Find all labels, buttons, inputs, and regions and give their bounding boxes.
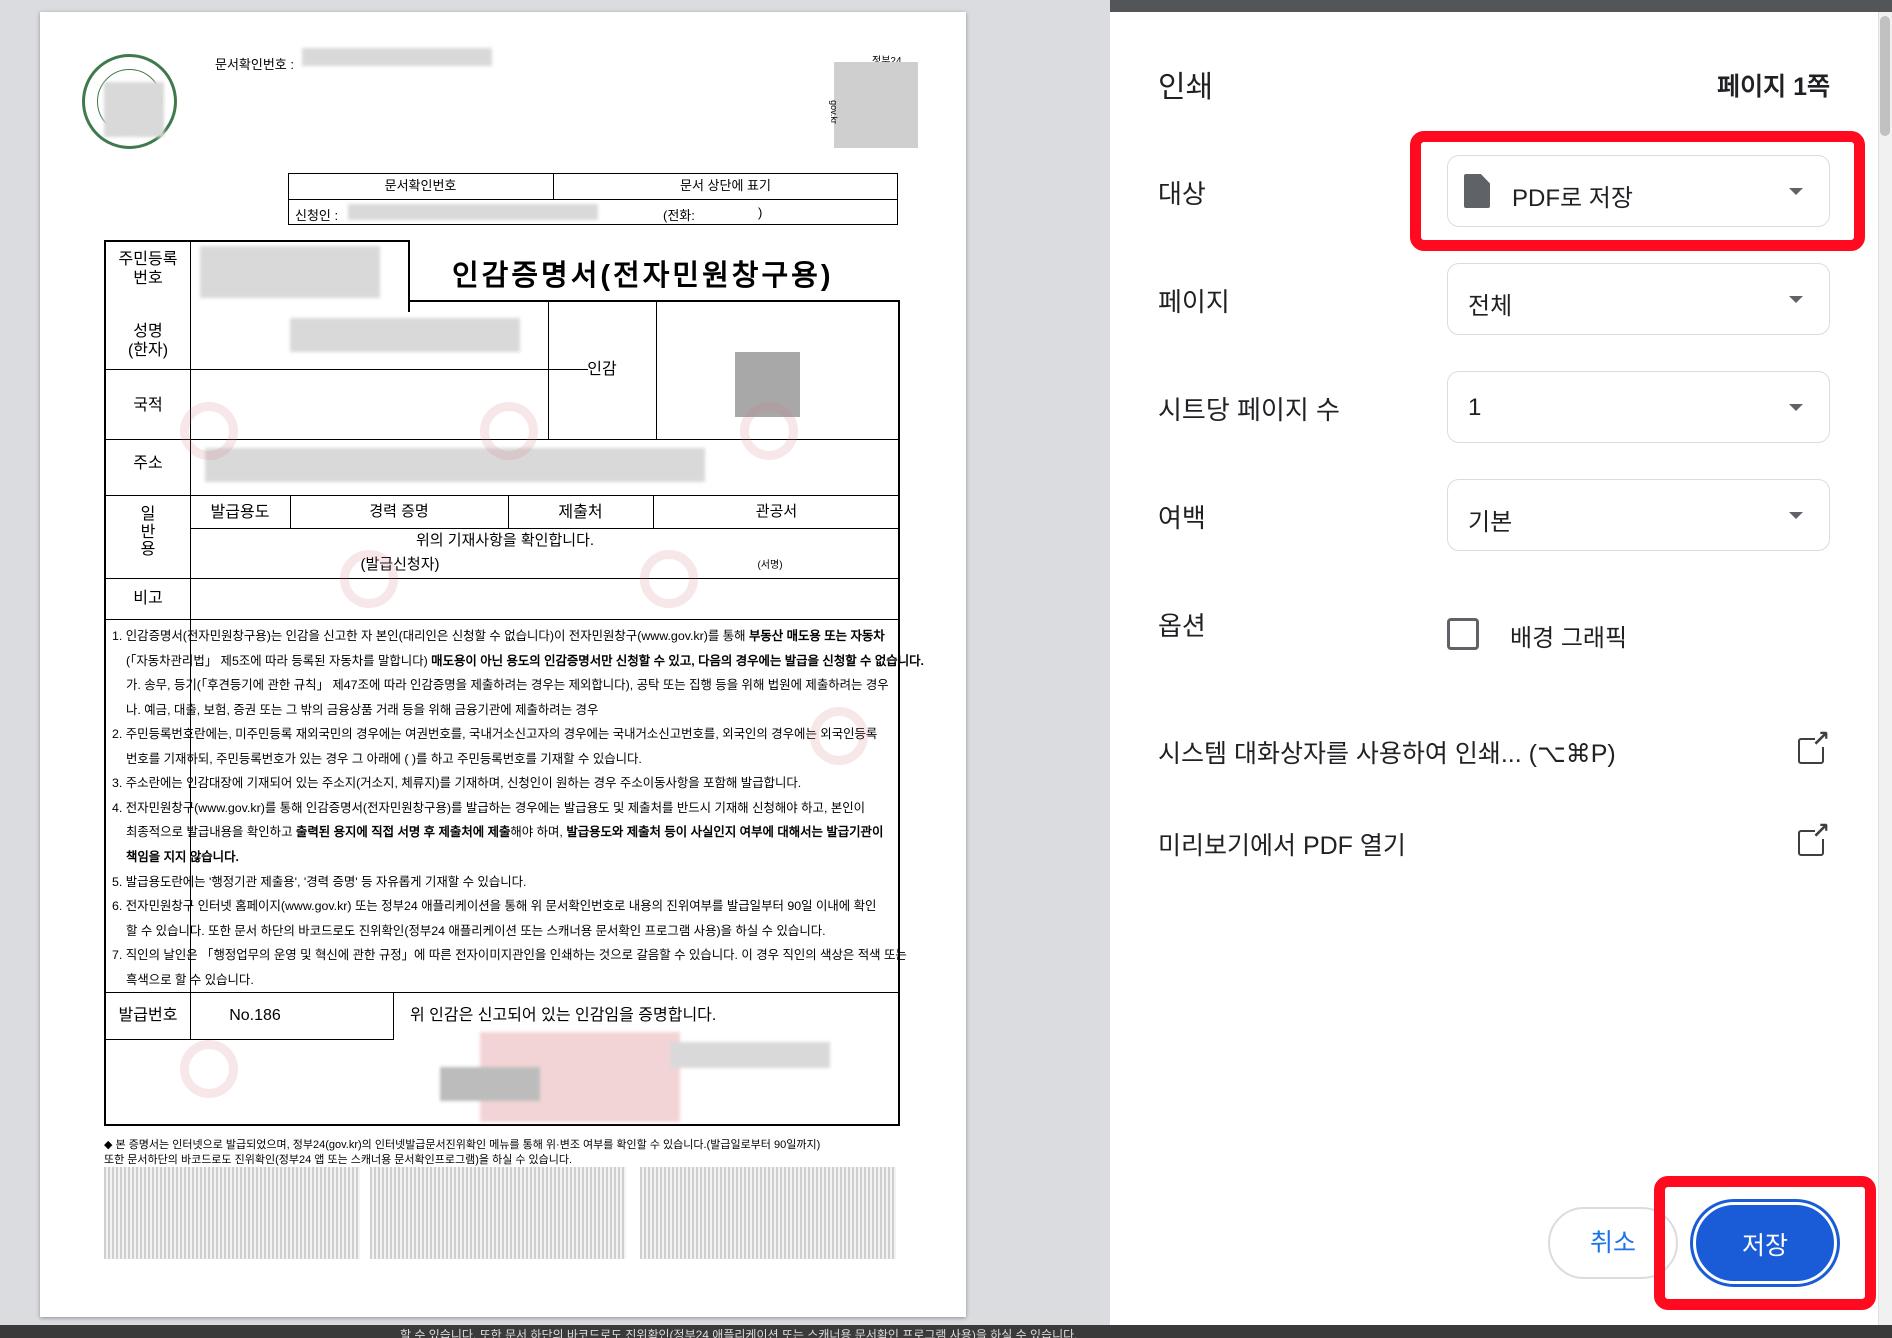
open-external-icon[interactable] — [1798, 728, 1830, 764]
dropdown-arrow-icon — [1789, 296, 1803, 303]
field-general-use: 일 반 용 — [140, 506, 156, 559]
note-6: 6. 전자민원창구 인터넷 홈페이지(www.gov.kr) 또는 정부24 애… — [112, 899, 877, 913]
page-count: 페이지 1쪽 — [1717, 73, 1830, 101]
signature-label: (서명) — [757, 560, 783, 571]
pages-select[interactable]: 전체 — [1447, 263, 1830, 335]
redacted-name — [290, 318, 520, 352]
note-4c: 책임을 지지 않습니다. — [126, 850, 239, 864]
header-doc-no: 문서확인번호 — [384, 178, 457, 193]
pages-label: 페이지 — [1158, 287, 1230, 317]
govkr-label: gov.kr — [828, 100, 839, 124]
certify-text: 위 인감은 신고되어 있는 인감임을 증명합니다. — [410, 1007, 717, 1024]
dropdown-arrow-icon — [1789, 404, 1803, 411]
highlight-save-button — [1654, 1176, 1876, 1310]
note-4b: 최종적으로 발급내용을 확인하고 출력된 용지에 직접 서명 후 제출처에 제출… — [126, 825, 884, 839]
note-1b: (「자동차관리법」 제5조에 따라 등록된 자동차를 말합니다) 매도용이 아닌… — [126, 654, 924, 668]
open-in-preview-link[interactable]: 미리보기에서 PDF 열기 — [1158, 826, 1406, 862]
margins-label: 여백 — [1158, 503, 1206, 533]
dropdown-arrow-icon — [1789, 512, 1803, 519]
barcode-2 — [370, 1167, 626, 1259]
system-dialog-link[interactable]: 시스템 대화상자를 사용하여 인쇄... (⌥⌘P) — [1158, 734, 1616, 770]
field-address: 주소 — [133, 455, 163, 472]
purpose-label: 발급용도 — [210, 504, 270, 521]
pages-per-sheet-label: 시트당 페이지 수 — [1158, 395, 1340, 425]
redacted-issuer — [670, 1042, 830, 1068]
field-remarks: 비고 — [133, 590, 163, 607]
footer-line2: 또한 문서하단의 바코드로도 진위확인(정부24 앱 또는 스캐너용 문서확인프… — [104, 1154, 573, 1166]
background-underlying-text: 할 수 있습니다. 또한 문서 하단의 바코드로도 진위확인(정부24 애플리케… — [400, 1328, 1078, 1338]
background-graphics-label[interactable]: 배경 그래픽 — [1510, 618, 1627, 653]
header-top-display: 문서 상단에 표기 — [680, 178, 771, 193]
note-7: 7. 직인의 날인은 「행정업무의 운영 및 혁신에 관한 규정」에 따른 전자… — [112, 948, 907, 962]
redacted-doc-number — [302, 48, 492, 66]
note-1d: 나. 예금, 대출, 보험, 증권 또는 그 밖의 금융상품 거래 등을 위해 … — [126, 703, 599, 717]
submit-to-label: 제출처 — [558, 504, 603, 521]
footer-line1: ◆ 본 증명서는 인터넷으로 발급되었으며, 정부24(gov.kr)의 인터넷… — [104, 1139, 821, 1151]
purpose-value: 경력 증명 — [369, 503, 429, 520]
barcode-3 — [640, 1167, 896, 1259]
note-4: 4. 전자민원창구(www.gov.kr)를 통해 인감증명서(전자민원창구용)… — [112, 801, 866, 815]
note-2b: 번호를 기재하되, 주민등록번호가 있는 경우 그 아래에 ( )를 하고 주민… — [126, 752, 642, 766]
field-rrn: 주민등록 번호 — [118, 251, 178, 288]
doc-check-number-label: 문서확인번호 : — [215, 57, 294, 72]
issue-no-label: 발급번호 — [118, 1007, 178, 1024]
print-preview-area[interactable]: 문서확인번호 : 정부24 gov.kr 문서확인번호 문서 상단에 표기 신청… — [0, 0, 1110, 1325]
barcode-1 — [104, 1167, 360, 1259]
destination-label: 대상 — [1158, 179, 1206, 209]
note-6b: 할 수 있습니다. 또한 문서 하단의 바코드로도 진위확인(정부24 애플리케… — [126, 924, 826, 938]
redacted-address — [205, 448, 705, 482]
panel-scrollbar[interactable] — [1878, 12, 1892, 1325]
field-nationality: 국적 — [133, 397, 163, 414]
options-label: 옵션 — [1158, 611, 1206, 641]
note-1c: 가. 송무, 등기(「후견등기에 관한 규칙」 제47조에 따라 인감증명을 제… — [126, 678, 889, 692]
note-7b: 흑색으로 할 수 있습니다. — [126, 973, 254, 987]
header-phone: (전화: — [663, 208, 695, 223]
field-seal: 인감 — [587, 361, 617, 378]
note-3: 3. 주소란에는 인감대장에 기재되어 있는 주소지(거소지, 체류지)를 기재… — [112, 776, 802, 790]
document-title: 인감증명서(전자민원창구용) — [452, 260, 834, 292]
redacted-applicant — [348, 204, 598, 220]
redacted-rrn — [200, 246, 380, 298]
note-5: 5. 발급용도란에는 '행정기관 제출용', '경력 증명' 등 자유롭게 기재… — [112, 875, 527, 889]
print-title: 인쇄 — [1158, 71, 1214, 104]
field-name: 성명 (한자) — [127, 323, 169, 360]
highlight-destination — [1410, 131, 1865, 251]
margins-select[interactable]: 기본 — [1447, 479, 1830, 551]
issue-no-value: No.186 — [229, 1007, 281, 1024]
confirm-line2: (발급신청자) — [360, 556, 440, 573]
preview-page: 문서확인번호 : 정부24 gov.kr 문서확인번호 문서 상단에 표기 신청… — [40, 12, 966, 1317]
header-applicant: 신청인 : — [295, 208, 339, 223]
note-2: 2. 주민등록번호란에는, 미주민등록 재외국민의 경우에는 여권번호를, 국내… — [112, 727, 878, 741]
pages-per-sheet-select[interactable]: 1 — [1447, 371, 1830, 443]
note-1: 1. 인감증명서(전자민원창구용)는 인감을 신고한 자 본인(대리인은 신청할… — [112, 629, 885, 643]
qr-code — [834, 62, 918, 148]
redacted-seal — [104, 82, 164, 137]
background-graphics-checkbox[interactable] — [1447, 618, 1479, 650]
submit-to-value: 관공서 — [755, 503, 798, 520]
open-external-icon[interactable] — [1798, 820, 1830, 856]
confirm-line1: 위의 기재사항을 확인합니다. — [415, 532, 595, 549]
